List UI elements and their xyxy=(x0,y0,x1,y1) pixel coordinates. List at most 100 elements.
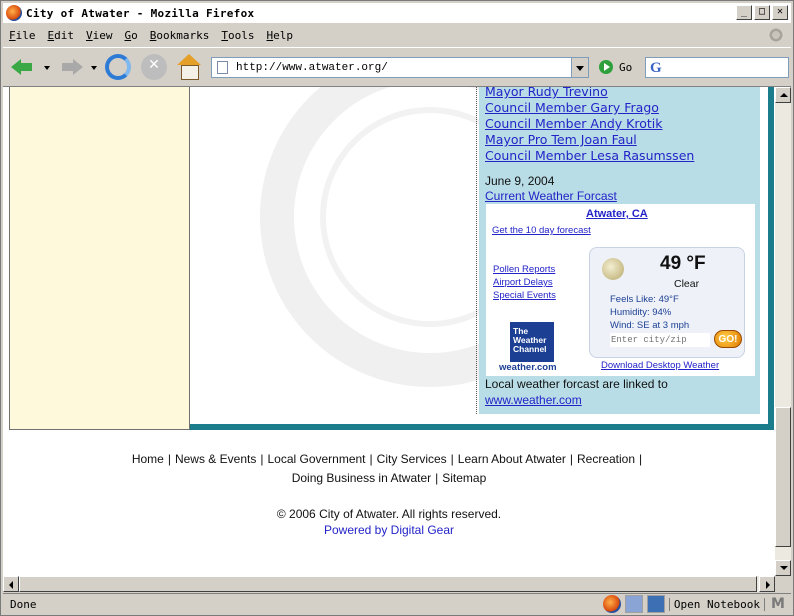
footer-link-recreation[interactable]: Recreation xyxy=(577,452,635,466)
maximize-button[interactable]: □ xyxy=(754,5,770,20)
column-divider xyxy=(476,87,477,414)
airport-delays-link[interactable]: Airport Delays xyxy=(493,277,553,288)
extension-icon[interactable] xyxy=(624,595,643,613)
pollen-reports-link[interactable]: Pollen Reports xyxy=(493,264,555,275)
window-controls: _ □ ✕ xyxy=(736,5,788,20)
bottom-border xyxy=(190,424,774,430)
url-dropdown-icon[interactable] xyxy=(571,58,588,77)
current-weather-link[interactable]: Current Weather Forcast xyxy=(485,189,617,203)
vertical-scrollbar[interactable] xyxy=(775,87,791,576)
page-viewport: Mayor Rudy Trevino Council Member Gary F… xyxy=(3,87,775,576)
right-border xyxy=(768,87,774,430)
nav-separator: | xyxy=(369,452,373,466)
footer-nav-row1: Home | News & Events | Local Government | City… xyxy=(3,452,775,466)
condition-text: Clear xyxy=(674,278,700,290)
home-icon[interactable] xyxy=(176,54,202,80)
ten-day-forecast-link[interactable]: Get the 10 day forecast xyxy=(492,225,591,236)
page-icon xyxy=(217,61,228,74)
vertical-scroll-thumb[interactable] xyxy=(775,407,791,547)
humidity: Humidity: 94% xyxy=(610,307,672,318)
menu-bar: File Edit View Go Bookmarks Tools Help xyxy=(3,25,791,45)
council-link-krotik[interactable]: Council Member Andy Krotik xyxy=(485,116,663,131)
scroll-left-icon[interactable] xyxy=(3,576,19,592)
close-button[interactable]: ✕ xyxy=(772,5,788,20)
zip-input[interactable] xyxy=(610,333,710,347)
special-events-link[interactable]: Special Events xyxy=(493,290,556,301)
go-icon xyxy=(599,60,613,74)
google-icon[interactable]: G xyxy=(650,60,662,77)
horizontal-scroll-thumb[interactable] xyxy=(19,576,757,592)
notebook-icon[interactable] xyxy=(646,595,665,613)
menu-file[interactable]: File xyxy=(3,29,42,42)
firefox-status-icon[interactable] xyxy=(602,595,621,613)
weather-channel-logo[interactable]: The Weather Channel xyxy=(510,322,554,362)
status-text: Done xyxy=(10,598,37,611)
firefox-icon xyxy=(6,5,22,21)
menu-edit[interactable]: Edit xyxy=(42,29,81,42)
council-link-mayor[interactable]: Mayor Rudy Trevino xyxy=(485,87,608,99)
copyright: © 2006 City of Atwater. All rights reser… xyxy=(276,507,502,521)
footer-link-services[interactable]: City Services xyxy=(377,452,447,466)
url-text[interactable]: http://www.atwater.org/ xyxy=(236,62,388,74)
footer-link-government[interactable]: Local Government xyxy=(267,452,365,466)
menu-go[interactable]: Go xyxy=(119,29,144,42)
footer-link-business[interactable]: Doing Business in Atwater xyxy=(292,471,431,485)
go-button[interactable]: Go xyxy=(599,60,632,74)
nav-separator: | xyxy=(569,452,573,466)
footer-link-news[interactable]: News & Events xyxy=(175,452,256,466)
window-title: City of Atwater - Mozilla Firefox xyxy=(26,6,255,20)
feels-like: Feels Like: 49°F xyxy=(610,294,679,305)
conditions-panel: 49 °F Clear Feels Like: 49°F Humidity: 9… xyxy=(589,247,745,358)
browser-window: City of Atwater - Mozilla Firefox _ □ ✕ … xyxy=(0,0,794,616)
footer-link-home[interactable]: Home xyxy=(132,452,164,466)
menu-view[interactable]: View xyxy=(80,29,119,42)
menu-help[interactable]: Help xyxy=(260,29,299,42)
nav-separator: | xyxy=(260,452,264,466)
weather-city-link[interactable]: Atwater, CA xyxy=(586,208,648,220)
scroll-up-icon[interactable] xyxy=(775,87,791,103)
weather-widget: Atwater, CA Get the 10 day forecast Poll… xyxy=(486,204,755,376)
news-date: June 9, 2004 xyxy=(485,174,555,188)
horizontal-scrollbar[interactable] xyxy=(3,576,775,592)
download-weather-link[interactable]: Download Desktop Weather xyxy=(601,360,719,371)
scroll-down-icon[interactable] xyxy=(775,560,791,576)
footer-link-learn[interactable]: Learn About Atwater xyxy=(458,452,566,466)
status-bar: Done Open Notebook M xyxy=(3,593,791,615)
address-bar[interactable]: http://www.atwater.org/ xyxy=(211,57,589,78)
weather-com-label[interactable]: weather.com xyxy=(499,362,557,373)
back-dropdown-icon[interactable] xyxy=(44,66,50,70)
gmail-icon[interactable]: M xyxy=(769,595,787,613)
forward-dropdown-icon[interactable] xyxy=(91,66,97,70)
back-arrow-icon[interactable] xyxy=(9,54,35,80)
status-icons: Open Notebook M xyxy=(602,595,787,613)
throbber-icon xyxy=(767,26,785,44)
temperature: 49 °F xyxy=(660,253,706,274)
menu-tools[interactable]: Tools xyxy=(215,29,260,42)
weather-go-button[interactable]: GO! xyxy=(714,330,742,348)
nav-separator: | xyxy=(639,452,643,466)
reload-icon[interactable] xyxy=(105,54,131,80)
forward-arrow-icon[interactable] xyxy=(59,54,85,80)
search-input[interactable]: G xyxy=(645,57,789,78)
nav-separator: | xyxy=(435,471,439,485)
scroll-right-icon[interactable] xyxy=(759,576,775,592)
scroll-corner xyxy=(775,576,791,592)
nav-separator: | xyxy=(450,452,454,466)
nav-separator: | xyxy=(167,452,171,466)
council-link-faul[interactable]: Mayor Pro Tem Joan Faul xyxy=(485,132,637,147)
council-link-frago[interactable]: Council Member Gary Frago xyxy=(485,100,659,115)
moon-icon xyxy=(602,258,624,280)
wind: Wind: SE at 3 mph xyxy=(610,320,690,331)
powered-by-link[interactable]: Powered by Digital Gear xyxy=(3,523,775,537)
menu-bookmarks[interactable]: Bookmarks xyxy=(144,29,216,42)
council-link-rasumssen[interactable]: Council Member Lesa Rasumssen xyxy=(485,148,694,163)
stop-icon[interactable] xyxy=(141,54,167,80)
footer-nav-row2: Doing Business in Atwater | Sitemap xyxy=(3,471,775,485)
minimize-button[interactable]: _ xyxy=(736,5,752,20)
footer-link-sitemap[interactable]: Sitemap xyxy=(442,471,486,485)
linked-text: Local weather forcast are linked to xyxy=(485,377,668,391)
title-bar: City of Atwater - Mozilla Firefox _ □ ✕ xyxy=(3,3,791,23)
left-sidebar xyxy=(9,87,190,430)
weather-url-link[interactable]: www.weather.com xyxy=(485,393,582,407)
open-notebook-label[interactable]: Open Notebook xyxy=(668,597,765,611)
